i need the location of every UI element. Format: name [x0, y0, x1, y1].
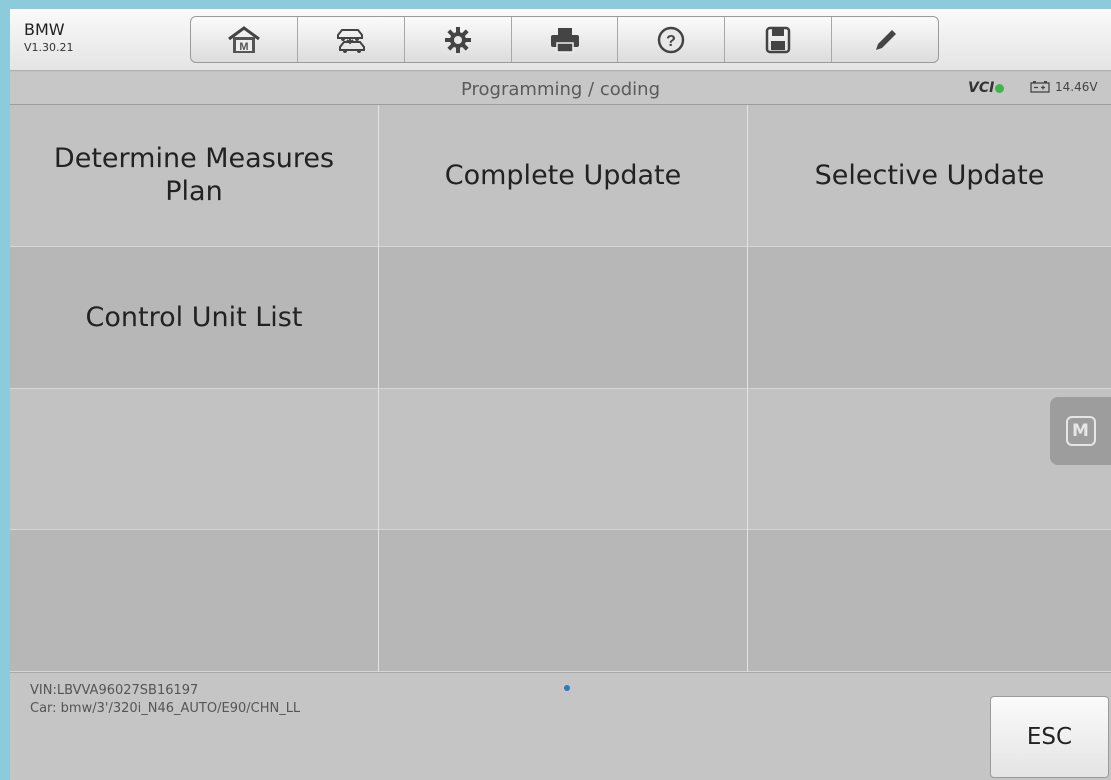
vehicle-info: VIN:LBVVA96027SB16197 Car: bmw/3'/320i_N… — [30, 682, 300, 718]
vci-status: VCI — [968, 80, 1005, 96]
floating-m-button[interactable]: M — [1050, 397, 1111, 465]
help-icon: ? — [658, 26, 685, 53]
brand-block: BMW V1.30.21 — [24, 20, 74, 55]
vehicle-swap-icon — [336, 28, 365, 53]
car-text: Car: bmw/3'/320i_N46_AUTO/E90/CHN_LL — [30, 701, 301, 716]
menu-item-determine-measures-plan[interactable]: Determine Measures Plan — [10, 105, 379, 247]
vci-connected-icon — [995, 84, 1005, 93]
menu-item-empty — [10, 388, 379, 531]
edit-button[interactable] — [832, 17, 938, 62]
footer-bar: VIN:LBVVA96027SB16197 Car: bmw/3'/320i_N… — [10, 672, 1111, 780]
home-m-icon: M — [228, 25, 260, 53]
gear-icon — [444, 26, 471, 53]
print-button[interactable] — [512, 17, 619, 62]
menu-item-empty — [10, 530, 379, 672]
settings-button[interactable] — [405, 17, 512, 62]
pen-icon — [876, 29, 897, 50]
toolbar: M ? — [190, 16, 939, 63]
vci-label: VCI — [968, 80, 995, 96]
m-icon: M — [1065, 416, 1096, 446]
battery-voltage: 14.46V — [1055, 80, 1098, 94]
title-bar: Programming / coding VCI 14.46V — [10, 72, 1111, 105]
app-window: BMW V1.30.21 M ? Programming / coding VC… — [10, 9, 1111, 780]
printer-icon — [550, 27, 579, 53]
menu-item-empty — [379, 388, 748, 531]
help-button[interactable]: ? — [618, 17, 726, 62]
page-title: Programming / coding — [461, 79, 660, 100]
battery-icon — [1030, 81, 1050, 93]
menu-item-selective-update[interactable]: Selective Update — [748, 105, 1111, 247]
battery-status: 14.46V — [1030, 80, 1098, 94]
menu-item-empty — [379, 246, 748, 389]
menu-item-control-unit-list[interactable]: Control Unit List — [10, 246, 379, 389]
svg-text:?: ? — [666, 33, 676, 50]
function-menu-grid: Determine Measures Plan Complete Update … — [10, 105, 1111, 672]
menu-item-empty — [748, 530, 1111, 672]
menu-item-empty — [748, 246, 1111, 389]
page-indicator-dot — [564, 685, 570, 691]
save-button[interactable] — [725, 17, 833, 62]
esc-button[interactable]: ESC — [990, 696, 1109, 778]
brand-name: BMW — [24, 20, 65, 39]
app-version: V1.30.21 — [24, 41, 74, 54]
top-bar: BMW V1.30.21 M ? — [10, 9, 1111, 71]
vin-text: VIN:LBVVA96027SB16197 — [30, 683, 199, 698]
menu-item-empty — [379, 530, 748, 672]
save-icon — [765, 26, 791, 53]
svg-text:M: M — [239, 41, 248, 53]
home-button[interactable]: M — [191, 17, 298, 62]
vehicle-swap-button[interactable] — [298, 17, 405, 62]
menu-item-complete-update[interactable]: Complete Update — [379, 105, 748, 247]
